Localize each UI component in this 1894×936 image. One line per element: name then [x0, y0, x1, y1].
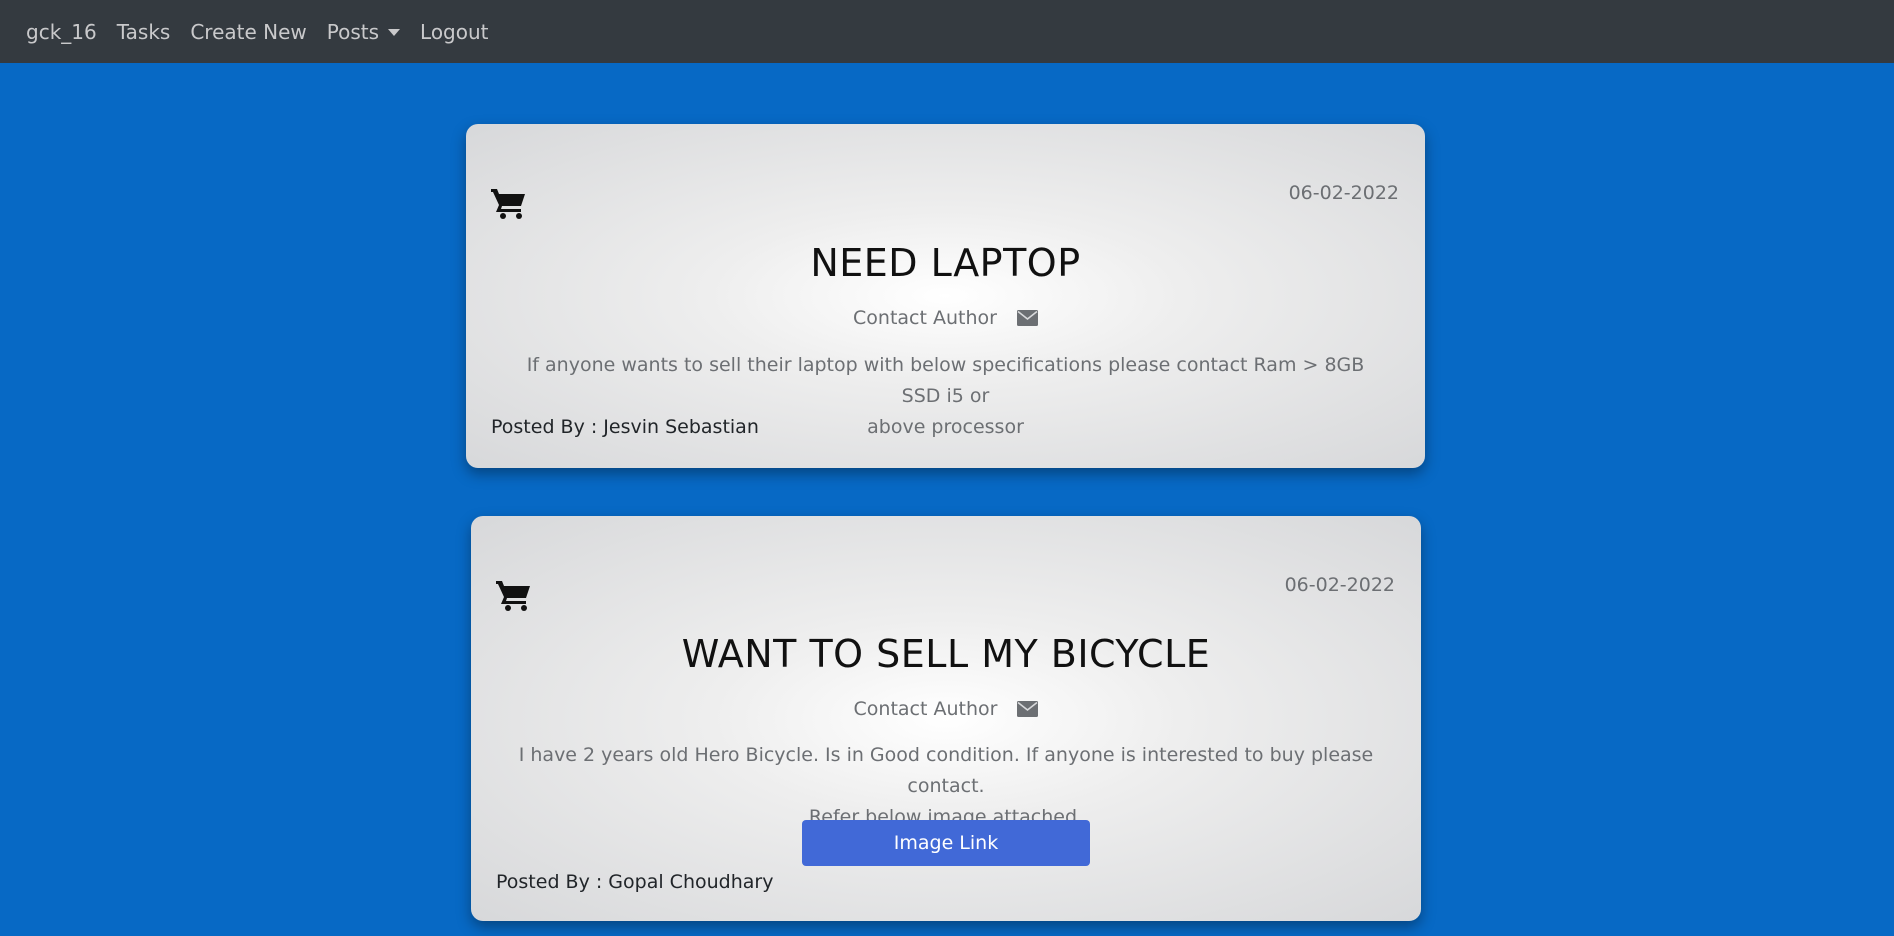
nav-posts-dropdown[interactable]: Posts: [326, 19, 401, 44]
posted-by: Posted By : Gopal Choudhary: [496, 871, 774, 893]
navbar: gck_16 Tasks Create New Posts Logout: [0, 0, 1894, 63]
post-date: 06-02-2022: [1288, 182, 1399, 204]
envelope-icon[interactable]: [1016, 310, 1038, 326]
posted-by: Posted By : Jesvin Sebastian: [491, 416, 759, 438]
post-body-line: I have 2 years old Hero Bicycle. Is in G…: [518, 744, 1374, 797]
cart-icon: [496, 581, 530, 611]
post-date: 06-02-2022: [1284, 574, 1395, 596]
nav-logout[interactable]: Logout: [420, 20, 488, 44]
contact-author-link[interactable]: Contact Author: [854, 698, 998, 720]
post-body-line: If anyone wants to sell their laptop wit…: [526, 354, 1365, 407]
nav-tasks[interactable]: Tasks: [117, 20, 171, 44]
nav-brand[interactable]: gck_16: [26, 20, 97, 44]
post-title: NEED LAPTOP: [810, 241, 1081, 285]
nav-posts-label: Posts: [326, 19, 380, 44]
chevron-down-icon: [388, 29, 401, 36]
post-title: WANT TO SELL MY BICYCLE: [681, 632, 1211, 676]
image-link-button[interactable]: Image Link: [802, 820, 1090, 866]
contact-author: Contact Author: [466, 307, 1425, 329]
contact-author-link[interactable]: Contact Author: [853, 307, 997, 329]
cart-icon: [491, 189, 525, 219]
contact-author: Contact Author: [471, 698, 1421, 720]
post-card: 06-02-2022 NEED LAPTOP Contact Author If…: [466, 124, 1425, 468]
post-card: 06-02-2022 WANT TO SELL MY BICYCLE Conta…: [471, 516, 1421, 921]
nav-create-new[interactable]: Create New: [190, 20, 306, 44]
envelope-icon[interactable]: [1017, 701, 1039, 717]
